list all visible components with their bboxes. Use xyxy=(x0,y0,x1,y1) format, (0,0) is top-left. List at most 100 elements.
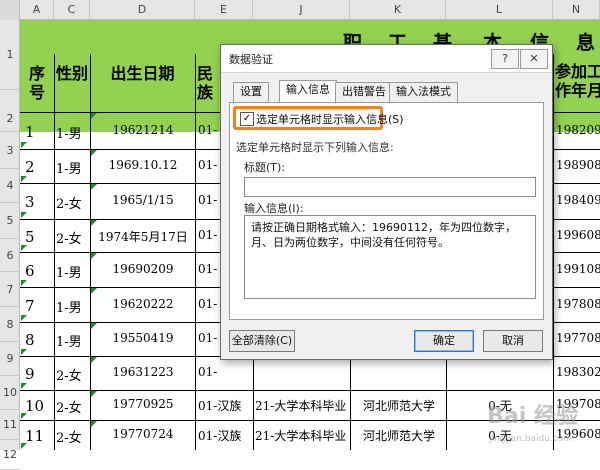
cell-work[interactable]: 199608 xyxy=(556,228,600,242)
cell-seq[interactable]: 9 xyxy=(25,365,53,383)
cell-gender[interactable]: 1-男 xyxy=(56,158,90,177)
cell-seq[interactable]: 2 xyxy=(25,158,53,176)
cell-birth[interactable]: 19770925 xyxy=(92,397,194,411)
column-header-j[interactable]: J xyxy=(253,0,350,20)
cell-comment-marker xyxy=(91,357,97,363)
cell-seq[interactable]: 5 xyxy=(25,228,53,246)
row-header[interactable]: 3 xyxy=(0,132,20,169)
cell-comment-marker xyxy=(91,150,97,156)
cell-nation[interactable]: 01-汉族 xyxy=(198,427,252,444)
cell-school[interactable]: 河北师范大学 xyxy=(352,397,446,414)
cell-nation[interactable]: 01- xyxy=(198,365,252,379)
cell-edu[interactable]: 21-大学本科毕业 xyxy=(255,427,350,444)
cancel-button[interactable]: 取消 xyxy=(483,330,543,352)
cell-seq[interactable]: 3 xyxy=(25,193,53,211)
tab-input-message[interactable]: 输入信息 xyxy=(279,80,337,102)
cell-birth[interactable]: 19631223 xyxy=(92,365,194,379)
sheet-title-char: 息 xyxy=(576,32,596,54)
row-header[interactable]: 7 xyxy=(0,272,20,307)
cell-comment-marker xyxy=(91,184,97,190)
cell-work[interactable]: 198908 xyxy=(556,158,600,172)
cell-gender[interactable]: 2-女 xyxy=(56,193,90,212)
cell-gender[interactable]: 2-女 xyxy=(56,427,90,446)
cell-work[interactable]: 198409 xyxy=(556,193,600,207)
cell-edu[interactable]: 21-大学本科毕业 xyxy=(255,397,350,414)
row-header[interactable]: 10 xyxy=(0,376,20,410)
cell-birth[interactable]: 19690209 xyxy=(92,262,194,276)
cell-seq[interactable]: 10 xyxy=(25,397,53,415)
cell-birth[interactable]: 1965/1/15 xyxy=(92,193,194,207)
title-input[interactable] xyxy=(244,177,536,197)
cell-birth[interactable]: 1969.10.12 xyxy=(92,158,194,172)
cell-gender[interactable]: 2-女 xyxy=(56,397,90,416)
cell-gender[interactable]: 1-男 xyxy=(56,297,90,316)
input-message-textarea[interactable]: 请按正确日期格式输入：19690112，年为四位数字，月、日为两位数字，中间没有… xyxy=(244,215,536,299)
column-header-bar: A C D E J K L N xyxy=(0,0,600,20)
row-header[interactable]: 8 xyxy=(0,307,20,342)
baidu-watermark-url: jingyan.baidu.com xyxy=(488,434,572,444)
close-button[interactable]: ✕ xyxy=(520,49,548,69)
column-header-d[interactable]: D xyxy=(90,0,195,20)
select-all-corner[interactable] xyxy=(0,0,20,20)
cell-birth[interactable]: 19621214 xyxy=(92,123,194,137)
cell-work[interactable]: 199108 xyxy=(556,262,600,276)
cell-work[interactable]: 197708 xyxy=(556,331,600,345)
column-header-k[interactable]: K xyxy=(350,0,446,20)
cell-birth[interactable]: 19620222 xyxy=(92,297,194,311)
cell-gender[interactable]: 2-女 xyxy=(56,228,90,247)
cell-birth[interactable]: 1974年5月17日 xyxy=(92,228,194,245)
cell-seq[interactable]: 11 xyxy=(25,427,53,445)
cell-comment-marker xyxy=(91,323,97,329)
cell-birth[interactable]: 19770724 xyxy=(92,427,194,441)
header-seq: 序 号 xyxy=(28,64,45,102)
cell-comment-marker xyxy=(91,253,97,259)
cell-work[interactable]: 198209 xyxy=(556,123,600,137)
tab-settings[interactable]: 设置 xyxy=(233,82,269,102)
cell-nation[interactable]: 01-汉族 xyxy=(198,397,252,414)
cell-gender[interactable]: 2-女 xyxy=(56,365,90,384)
cell-comment-marker xyxy=(21,383,27,389)
section-label: 选定单元格时显示下列输入信息: xyxy=(236,141,394,154)
column-header-l[interactable]: L xyxy=(446,0,553,20)
title-field-label: 标题(T): xyxy=(244,161,286,174)
cell-gender[interactable]: 1-男 xyxy=(56,331,90,350)
row-header[interactable]: 6 xyxy=(0,239,20,272)
help-button[interactable]: ? xyxy=(491,49,519,69)
cell-gender[interactable]: 1-男 xyxy=(56,123,90,142)
show-input-message-label[interactable]: 选定单元格时显示输入信息(S) xyxy=(256,111,404,127)
cell-seq[interactable]: 6 xyxy=(25,262,53,280)
cell-work[interactable]: 197808 xyxy=(556,297,600,311)
show-input-message-checkbox[interactable]: ✓ xyxy=(240,112,254,126)
cell-birth[interactable]: 19550419 xyxy=(92,331,194,345)
cell-gender[interactable]: 1-男 xyxy=(56,262,90,281)
tab-ime-mode[interactable]: 输入法模式 xyxy=(389,82,458,102)
clear-all-button[interactable]: 全部清除(C) xyxy=(229,330,295,352)
dialog-titlebar[interactable]: 数据验证 ? ✕ xyxy=(221,45,552,73)
cell-comment-marker xyxy=(21,315,27,321)
data-validation-dialog: 数据验证 ? ✕ 设置 输入信息 出错警告 输入法模式 ✓ 选定单元格时显示输入… xyxy=(220,44,553,360)
cell-comment-marker xyxy=(21,142,27,148)
cell-comment-marker xyxy=(21,176,27,182)
cell-school[interactable]: 河北师范大学 xyxy=(352,427,446,444)
row-header[interactable]: 2 xyxy=(0,90,20,132)
cell-work[interactable]: 198302 xyxy=(556,365,600,379)
column-header-n[interactable]: N xyxy=(553,0,600,20)
row-header[interactable]: 1 xyxy=(0,20,20,90)
cell-seq[interactable]: 8 xyxy=(25,331,53,349)
row-header[interactable]: 4 xyxy=(0,169,20,203)
row-header[interactable]: 11 xyxy=(0,410,20,440)
baidu-watermark: Bai 经验 xyxy=(487,404,578,429)
column-header-a[interactable]: A xyxy=(20,0,54,20)
column-header-e[interactable]: E xyxy=(195,0,253,20)
tab-error-alert[interactable]: 出错警告 xyxy=(335,82,393,102)
column-header-c[interactable]: C xyxy=(54,0,90,20)
cell-comment-marker xyxy=(91,421,97,427)
cell-seq[interactable]: 7 xyxy=(25,297,53,315)
cell-seq[interactable]: 1 xyxy=(25,123,53,141)
row-header[interactable]: 5 xyxy=(0,203,20,239)
row-header[interactable]: 9 xyxy=(0,342,20,376)
dialog-tabs: 设置 输入信息 出错警告 输入法模式 xyxy=(229,80,544,102)
message-field-label: 输入信息(I): xyxy=(244,202,304,215)
ok-button[interactable]: 确定 xyxy=(414,330,474,352)
row-header[interactable]: 12 xyxy=(0,440,20,470)
